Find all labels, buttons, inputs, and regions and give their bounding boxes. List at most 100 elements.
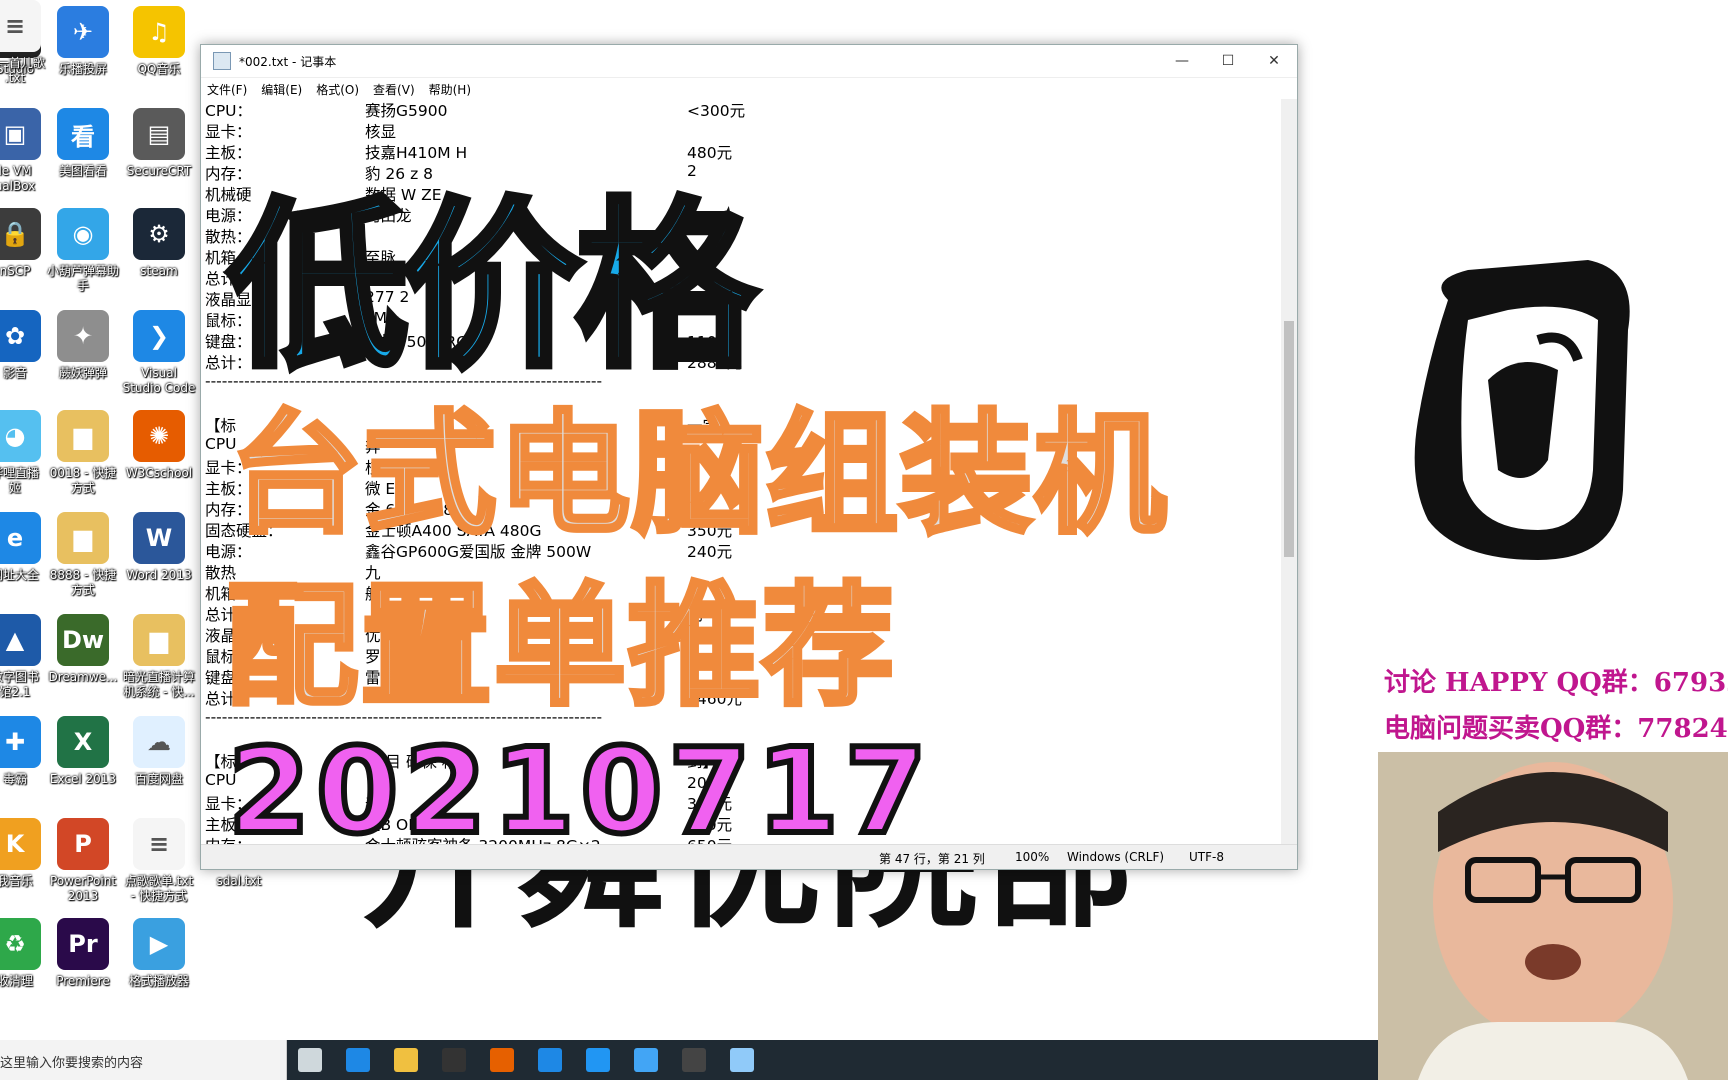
search-placeholder: 这里输入你要搜索的内容: [0, 1056, 144, 1071]
taskbar-edge-icon[interactable]: [346, 1048, 370, 1072]
app-icon: ✈: [57, 6, 109, 58]
scroll-thumb[interactable]: [1284, 321, 1294, 557]
desktop-icon[interactable]: ✺ W3Cschool: [116, 410, 202, 481]
desktop-icon[interactable]: ▆ 暗光直播计算 机系统 - 快...: [116, 614, 202, 700]
overlay-title-desktop-build: 台式电脑组装机: [228, 396, 1169, 555]
close-button[interactable]: ✕: [1251, 45, 1297, 77]
app-icon: ⚙: [133, 208, 185, 260]
text-line: CPU： 赛扬G5900 <300元: [205, 99, 1275, 120]
desktop-icon[interactable]: ✦ 蕨妖弹弹: [40, 310, 126, 381]
app-icon: ◉: [57, 208, 109, 260]
desktop-icon[interactable]: ▆ 8888 - 快捷 方式: [40, 512, 126, 598]
text-column-c2: 核显: [365, 123, 397, 141]
desktop-icon-label: W3Cschool: [125, 466, 193, 480]
app-icon: P: [57, 818, 109, 870]
taskbar-vscode-icon[interactable]: [538, 1048, 562, 1072]
webcam-feed: [1378, 752, 1728, 1080]
app-icon: ✺: [133, 410, 185, 462]
overlay-title-config-recommend: 配置单推荐: [224, 568, 897, 727]
taskbar-firefox-icon[interactable]: [490, 1048, 514, 1072]
app-icon: Dw: [57, 614, 109, 666]
title-bar[interactable]: *002.txt - 记事本 — ☐ ✕: [201, 45, 1297, 78]
desktop-icon-label: steam: [140, 264, 178, 278]
app-icon: K: [0, 818, 41, 870]
taskbar-terminal-icon[interactable]: [442, 1048, 466, 1072]
desktop-icon[interactable]: X Excel 2013: [40, 716, 126, 787]
desktop-icon-label: 小葫芦弹幕助 手: [46, 264, 119, 293]
text-column-c3: <300元: [687, 102, 746, 120]
app-icon: ▲: [0, 614, 41, 666]
desktop-icon[interactable]: ◉ 小葫芦弹幕助 手: [40, 208, 126, 294]
desktop-icon-label: 暗光直播计算 机系统 - 快...: [122, 670, 195, 699]
app-icon: ✿: [0, 310, 41, 362]
line-ending: Windows (CRLF): [1067, 850, 1165, 864]
taskbar-notepad-icon[interactable]: [730, 1048, 754, 1072]
calligraphy-logo: [1414, 260, 1630, 560]
app-icon: ☁: [133, 716, 185, 768]
streamer-silhouette: [1378, 752, 1728, 1080]
app-icon: ≡: [0, 0, 41, 52]
desktop-icon[interactable]: ❯ Visual Studio Code: [116, 310, 202, 396]
app-icon: ▆: [133, 614, 185, 666]
desktop-icon[interactable]: ⚙ steam: [116, 208, 202, 279]
menu-help[interactable]: 帮助(H): [429, 81, 471, 98]
app-icon: 🔒: [0, 208, 41, 260]
taskbar-image-viewer-icon[interactable]: [634, 1048, 658, 1072]
desktop-icon-label: Word 2013: [126, 568, 192, 582]
app-icon: ≡: [133, 818, 185, 870]
taskbar-task-view-icon[interactable]: [298, 1048, 322, 1072]
desktop-icon-label: Visual Studio Code: [122, 366, 196, 395]
desktop-icon[interactable]: 看美图看看: [40, 108, 126, 179]
app-icon: ▤: [133, 108, 185, 160]
qq-group-line-2: 电脑问题买卖QQ群：77824: [1384, 714, 1728, 744]
desktop-icon[interactable]: ☁ 百度网盘: [116, 716, 202, 787]
desktop-icon[interactable]: ≡ 同一首儿歌 .txt: [0, 0, 58, 86]
desktop-icon-label: 8888 - 快捷 方式: [49, 568, 117, 597]
desktop-icon-label: QQ音乐: [137, 62, 181, 76]
app-icon: ▶: [133, 918, 185, 970]
menu-view[interactable]: 查看(V): [373, 81, 415, 98]
desktop-icon[interactable]: P PowerPoint 2013: [40, 818, 126, 904]
taskbar: 这里输入你要搜索的内容: [0, 1040, 1378, 1080]
desktop-icon[interactable]: Pr Premiere: [40, 918, 126, 989]
desktop-icon-label: 美图看看: [58, 164, 107, 178]
desktop-icon[interactable]: Dw Dreamwe...: [40, 614, 126, 685]
text-column-c1: 显卡：: [205, 123, 252, 141]
menu-file[interactable]: 文件(F): [207, 81, 247, 98]
desktop-icon-label: 百度网盘: [134, 772, 183, 786]
desktop-icon[interactable]: ▶ 格式播放器: [116, 918, 202, 989]
app-icon: ❯: [133, 310, 185, 362]
app-icon: ♫: [133, 6, 185, 58]
desktop-icon-label: Dreamwe...: [48, 670, 118, 684]
app-icon: ▣: [0, 108, 41, 160]
desktop-icon-label: PowerPoint 2013: [49, 874, 117, 903]
overlay-date: 20210717: [225, 719, 933, 863]
menu-format[interactable]: 格式(O): [316, 81, 359, 98]
desktop-icon[interactable]: ≡ 点歌歌单.txt - 快捷方式: [116, 818, 202, 904]
desktop-icon-label: 格式播放器: [128, 974, 189, 988]
taskbar-file-explorer-icon[interactable]: [394, 1048, 418, 1072]
taskbar-obs-icon[interactable]: [682, 1048, 706, 1072]
app-icon: ♻: [0, 918, 41, 970]
desktop-icon-label: 0018 - 快捷 方式: [49, 466, 117, 495]
desktop-icon-label: Excel 2013: [49, 772, 117, 786]
taskbar-search[interactable]: 这里输入你要搜索的内容: [0, 1040, 287, 1080]
desktop-icon[interactable]: ♫ QQ音乐: [116, 6, 202, 77]
text-column-c1: CPU：: [205, 102, 253, 120]
taskbar-app-u-icon[interactable]: [586, 1048, 610, 1072]
desktop-icon[interactable]: ▤ SecureCRT: [116, 108, 202, 179]
maximize-button[interactable]: ☐: [1205, 45, 1251, 77]
window-title: *002.txt - 记事本: [239, 54, 337, 69]
desktop-icon[interactable]: W Word 2013: [116, 512, 202, 583]
app-icon: 看: [57, 108, 109, 160]
overlay-title-low-price: 低价格: [224, 180, 759, 396]
desktop-icon[interactable]: ▆ 0018 - 快捷 方式: [40, 410, 126, 496]
menu-edit[interactable]: 编辑(E): [261, 81, 302, 98]
app-icon: X: [57, 716, 109, 768]
app-icon: ✚: [0, 716, 41, 768]
vertical-scrollbar[interactable]: [1281, 99, 1297, 845]
desktop-icon-label: Premiere: [56, 974, 110, 988]
text-column-c2: 赛扬G5900: [365, 102, 448, 120]
minimize-button[interactable]: —: [1159, 45, 1205, 77]
desktop-icon-label: 同一首儿歌 .txt: [0, 56, 45, 85]
